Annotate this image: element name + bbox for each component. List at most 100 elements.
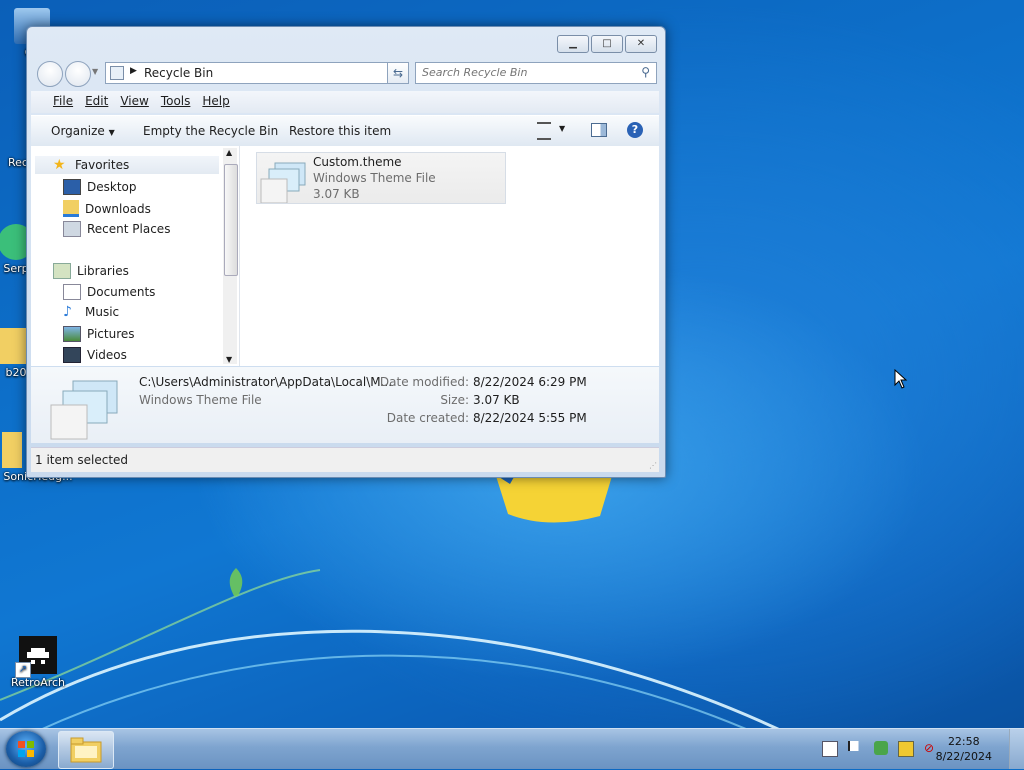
desktop-icon-label: b20 xyxy=(5,366,27,379)
music-icon: ♪ xyxy=(63,304,72,320)
command-bar: Organize ▼ Empty the Recycle Bin Restore… xyxy=(31,115,659,147)
wallpaper-logo-yellow xyxy=(488,470,612,523)
menu-view[interactable]: View xyxy=(114,91,154,111)
scrollbar-thumb[interactable] xyxy=(224,164,238,276)
nav-label: Music xyxy=(85,305,120,319)
nav-music[interactable]: ♪ Music xyxy=(63,305,119,319)
clock[interactable]: 22:58 8/22/2024 xyxy=(936,734,992,764)
menu-edit[interactable]: Edit xyxy=(79,91,114,111)
menu-bar: File Edit View Tools Help xyxy=(31,91,659,113)
action-center-flag-icon[interactable] xyxy=(848,741,864,751)
downloads-icon xyxy=(63,200,79,217)
nav-libraries[interactable]: Libraries xyxy=(53,263,129,279)
menu-help[interactable]: Help xyxy=(196,91,235,111)
nav-documents[interactable]: Documents xyxy=(63,284,155,300)
scroll-down-icon[interactable]: ▼ xyxy=(226,355,232,364)
back-button[interactable] xyxy=(37,61,63,87)
address-text: Recycle Bin xyxy=(144,66,214,80)
desktop-icon-label: Rec xyxy=(8,156,28,169)
empty-recycle-bin-button[interactable]: Empty the Recycle Bin xyxy=(143,124,278,138)
folder-icon xyxy=(2,432,22,468)
mouse-cursor-icon xyxy=(894,369,908,389)
menu-file[interactable]: File xyxy=(47,91,79,111)
menu-tools[interactable]: Tools xyxy=(155,91,197,111)
date-modified-value: 8/22/2024 6:29 PM xyxy=(473,375,587,389)
system-tray: ⊘ xyxy=(822,741,938,757)
nav-label: Pictures xyxy=(87,327,135,341)
size-value: 3.07 KB xyxy=(473,393,520,407)
nav-label: Libraries xyxy=(77,264,129,278)
start-button[interactable] xyxy=(6,731,46,767)
scroll-up-icon[interactable]: ▲ xyxy=(226,148,232,157)
date-modified-label: Date modified: xyxy=(379,375,469,389)
details-type: Windows Theme File xyxy=(139,393,262,407)
taskbar: ⊘ 22:58 8/22/2024 xyxy=(0,728,1024,769)
search-icon[interactable]: ⚲ xyxy=(641,65,650,79)
nav-favorites[interactable]: ★ Favorites xyxy=(53,158,129,172)
windows-logo-icon xyxy=(18,741,34,757)
videos-icon xyxy=(63,347,81,363)
shortcut-arrow-icon: ↗ xyxy=(15,662,31,678)
network-icon[interactable] xyxy=(898,741,914,757)
search-box[interactable]: ⚲ xyxy=(415,62,657,84)
forward-button[interactable] xyxy=(65,61,91,87)
address-bar[interactable]: ▶ Recycle Bin ▼ xyxy=(105,62,409,84)
retroarch-icon: ↗ xyxy=(15,636,57,678)
help-icon[interactable]: ? xyxy=(627,122,643,138)
date-created-label: Date created: xyxy=(386,411,469,425)
theme-file-large-icon xyxy=(50,380,118,440)
nav-scrollbar[interactable]: ▲ ▼ xyxy=(223,148,238,364)
view-dropdown-icon[interactable]: ▼ xyxy=(559,124,565,133)
date-created-value: 8/22/2024 5:55 PM xyxy=(473,411,587,425)
size-label: Size: xyxy=(440,393,469,407)
resize-grip-icon[interactable]: ⋰ xyxy=(649,461,657,470)
file-type: Windows Theme File xyxy=(313,171,436,185)
content-area: ★ Favorites Desktop Downloads Recent Pla… xyxy=(31,146,659,366)
nav-pictures[interactable]: Pictures xyxy=(63,326,135,342)
nav-label: Recent Places xyxy=(87,222,171,236)
recent-places-icon xyxy=(63,221,81,237)
show-desktop-button[interactable] xyxy=(1009,729,1024,769)
desktop-icon-retroarch[interactable]: ↗ RetroArch xyxy=(2,636,74,689)
nav-desktop[interactable]: Desktop xyxy=(63,179,137,195)
file-size: 3.07 KB xyxy=(313,187,360,201)
desktop-icon-label: Serp xyxy=(3,262,29,275)
desktop-icon xyxy=(63,179,81,195)
nav-label: Desktop xyxy=(87,180,137,194)
view-options-icon[interactable] xyxy=(537,122,551,140)
theme-file-icon xyxy=(260,162,306,203)
preview-pane-icon[interactable] xyxy=(591,123,607,137)
nav-videos[interactable]: Videos xyxy=(63,347,127,363)
address-row: ▼ ▶ Recycle Bin ▼ ⇆ ⚲ xyxy=(35,61,657,87)
taskbar-explorer-button[interactable] xyxy=(58,731,114,769)
maximize-button[interactable]: □ xyxy=(591,35,623,53)
clock-time: 22:58 xyxy=(947,735,980,748)
recent-pages-dropdown[interactable]: ▼ xyxy=(92,67,98,76)
window-controls: ▁ □ ✕ xyxy=(557,35,657,53)
nav-downloads[interactable]: Downloads xyxy=(63,200,151,217)
search-input[interactable] xyxy=(416,63,632,81)
star-icon: ★ xyxy=(53,157,66,173)
nav-label: Videos xyxy=(87,348,127,362)
details-path: C:\Users\Administrator\AppData\Local\M..… xyxy=(139,375,393,389)
refresh-button[interactable]: ⇆ xyxy=(387,62,409,84)
nav-label: Documents xyxy=(87,285,156,299)
security-shield-icon[interactable] xyxy=(874,741,888,755)
pictures-icon xyxy=(63,326,81,342)
breadcrumb-chevron-icon[interactable]: ▶ xyxy=(130,66,137,76)
recycle-bin-icon xyxy=(110,66,124,80)
minimize-button[interactable]: ▁ xyxy=(557,35,589,53)
restore-item-button[interactable]: Restore this item xyxy=(289,124,391,138)
status-bar: 1 item selected ⋰ xyxy=(31,447,659,472)
close-button[interactable]: ✕ xyxy=(625,35,657,53)
file-name: Custom.theme xyxy=(313,155,402,169)
nav-label: Downloads xyxy=(85,201,151,216)
nav-recent-places[interactable]: Recent Places xyxy=(63,221,170,237)
notification-icon[interactable] xyxy=(822,741,838,757)
organize-button[interactable]: Organize ▼ xyxy=(51,124,115,138)
nav-label: Favorites xyxy=(75,158,130,172)
explorer-window: ▁ □ ✕ ▼ ▶ Recycle Bin ▼ ⇆ ⚲ FileEditView… xyxy=(26,26,666,478)
details-pane: C:\Users\Administrator\AppData\Local\M..… xyxy=(31,367,659,443)
file-item[interactable]: Custom.theme Windows Theme File 3.07 KB xyxy=(256,152,506,204)
folder-icon xyxy=(70,737,102,763)
